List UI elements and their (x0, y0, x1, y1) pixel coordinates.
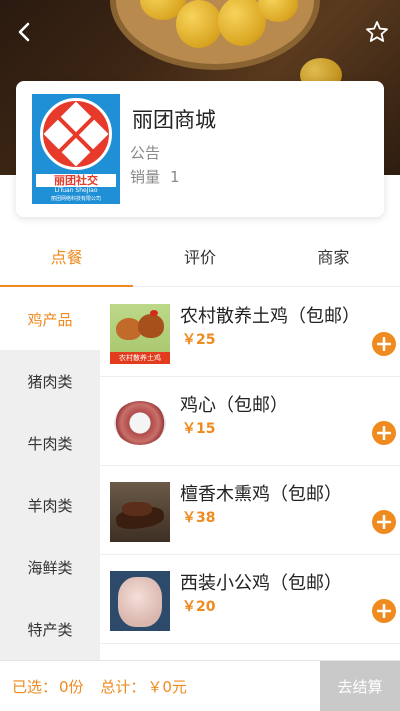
sales-label: 销量 (130, 168, 161, 186)
category-item-seafood[interactable]: 海鲜类 (0, 536, 100, 598)
product-item[interactable]: 西装小公鸡（包邮） ￥20 (100, 555, 400, 644)
meat-shape (122, 502, 152, 516)
total-label: 总计： (100, 678, 146, 696)
favorite-button[interactable] (362, 17, 392, 47)
product-image (110, 482, 170, 542)
product-image-tag: 农村散养土鸡 (110, 352, 170, 364)
tab-reviews[interactable]: 评价 (133, 225, 266, 286)
plate-shape (114, 401, 166, 445)
product-item[interactable]: 农村散养土鸡 农村散养土鸡（包邮） ￥25 (100, 288, 400, 377)
product-image (110, 571, 170, 631)
product-name: 鸡心（包邮） (180, 395, 288, 416)
add-to-cart-button[interactable] (372, 599, 396, 623)
chevron-left-icon (18, 22, 30, 42)
chicken-comb (150, 310, 158, 316)
plus-icon (377, 515, 391, 529)
tab-bar: 点餐 评价 商家 (0, 225, 400, 287)
add-to-cart-button[interactable] (372, 510, 396, 534)
product-price: ￥38 (182, 510, 216, 526)
category-item-specialty[interactable]: 特产类 (0, 598, 100, 660)
total-value: ￥0元 (147, 678, 187, 696)
back-button[interactable] (10, 18, 38, 46)
category-item-lamb[interactable]: 羊肉类 (0, 474, 100, 536)
product-name: 农村散养土鸡（包邮） (180, 306, 360, 327)
category-item-chicken[interactable]: 鸡产品 (0, 288, 100, 350)
shop-logo: 丽团社交 LiTuan SheJiao 丽团网络科技有限公司 (32, 94, 120, 204)
logo-text-en: LiTuan SheJiao (54, 187, 98, 194)
product-name: 檀香木熏鸡（包邮） (180, 484, 342, 505)
logo-text-cn: 丽团社交 (36, 174, 116, 187)
shop-info-card: 丽团社交 LiTuan SheJiao 丽团网络科技有限公司 丽团商城 公告 销… (16, 81, 384, 217)
selected-label: 已选： (12, 678, 58, 696)
banner-egg (176, 0, 222, 48)
product-price: ￥20 (182, 599, 216, 615)
chicken-bag-shape (118, 577, 162, 627)
checkout-button[interactable]: 去结算 (320, 661, 400, 711)
shop-sales: 销量 1 (130, 166, 180, 187)
selected-value: 0份 (59, 678, 84, 696)
shop-name: 丽团商城 (132, 108, 216, 132)
category-item-pork[interactable]: 猪肉类 (0, 350, 100, 412)
product-item[interactable]: 鸡心（包邮） ￥15 (100, 377, 400, 466)
product-image: 农村散养土鸡 (110, 304, 170, 364)
tab-merchant[interactable]: 商家 (267, 225, 400, 286)
sales-count: 1 (170, 168, 180, 186)
logo-emblem (40, 98, 112, 170)
category-sidebar: 鸡产品 猪肉类 牛肉类 羊肉类 海鲜类 特产类 (0, 288, 100, 660)
product-price: ￥15 (182, 421, 216, 437)
product-list: 农村散养土鸡 农村散养土鸡（包邮） ￥25 鸡心（包邮） ￥15 檀香木熏鸡（包… (100, 288, 400, 660)
plus-icon (377, 604, 391, 618)
shop-notice[interactable]: 公告 (130, 142, 160, 163)
plus-icon (377, 426, 391, 440)
cart-bar: 已选： 0份 总计： ￥0元 去结算 (0, 660, 400, 711)
cart-summary: 已选： 0份 总计： ￥0元 (12, 676, 189, 697)
product-price: ￥25 (182, 332, 216, 348)
category-item-beef[interactable]: 牛肉类 (0, 412, 100, 474)
product-item[interactable]: 檀香木熏鸡（包邮） ￥38 (100, 466, 400, 555)
product-name: 西装小公鸡（包邮） (180, 573, 342, 594)
logo-company: 丽团网络科技有限公司 (50, 196, 101, 202)
product-image (110, 393, 170, 453)
tab-order[interactable]: 点餐 (0, 225, 134, 287)
star-outline-icon (366, 21, 388, 42)
add-to-cart-button[interactable] (372, 421, 396, 445)
chicken-shape (138, 314, 164, 338)
plus-icon (377, 337, 391, 351)
add-to-cart-button[interactable] (372, 332, 396, 356)
